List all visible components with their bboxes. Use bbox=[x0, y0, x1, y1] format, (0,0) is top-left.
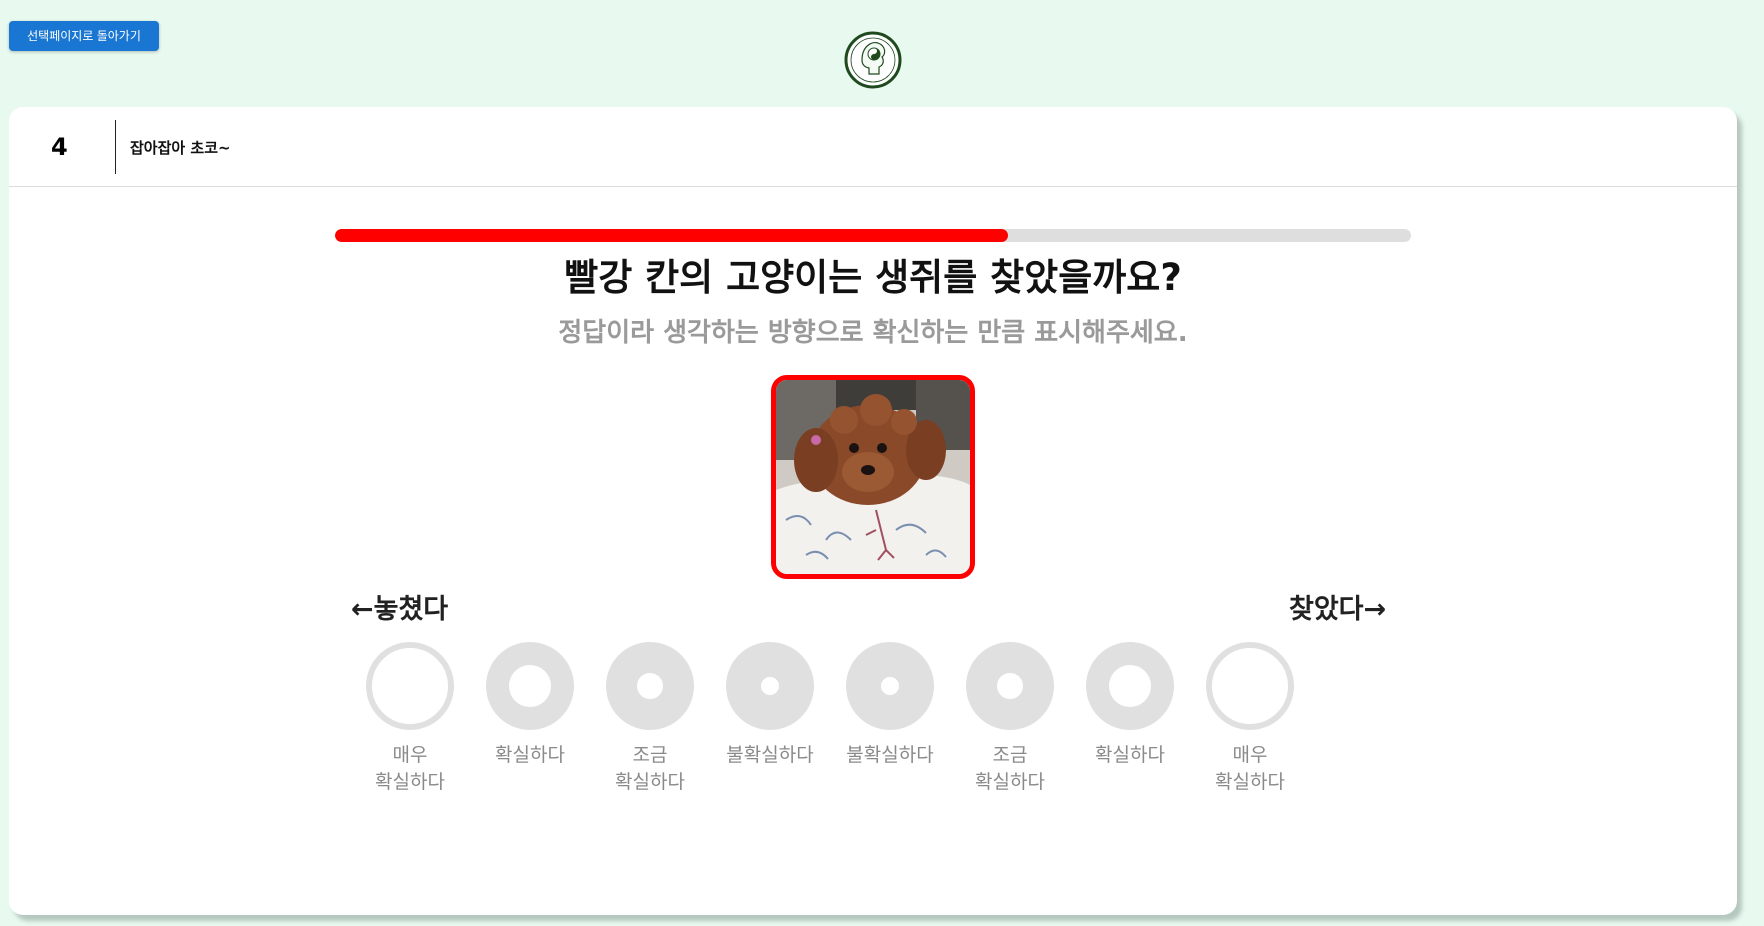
choice-found-sure: 확실하다 bbox=[1065, 642, 1195, 769]
choice-missed-sure-radio[interactable] bbox=[486, 642, 574, 730]
choice-missed-unsure-radio[interactable] bbox=[726, 642, 814, 730]
logo-icon bbox=[844, 31, 902, 89]
choice-found-unsure: 불확실하다 bbox=[825, 642, 955, 769]
choice-missed-somewhat-sure: 조금 확실하다 bbox=[585, 642, 715, 796]
missed-label: ←놓쳤다 bbox=[351, 594, 449, 625]
choice-found-somewhat-sure: 조금 확실하다 bbox=[945, 642, 1075, 796]
confidence-scale: 매우 확실하다 확실하다 조금 확실하다 불확실하다 불확실하다 조금 확실하다… bbox=[345, 642, 1417, 812]
choice-missed-somewhat-sure-radio[interactable] bbox=[606, 642, 694, 730]
choice-label: 조금 확실하다 bbox=[615, 744, 685, 793]
choice-found-very-sure-radio[interactable] bbox=[1206, 642, 1294, 730]
poodle-photo-icon bbox=[776, 380, 970, 574]
choice-label: 확실하다 bbox=[495, 744, 565, 766]
quiz-card: 4 잡아잡아 초코~ 빨강 칸의 고양이는 생쥐를 찾았을까요? 정답이라 생각… bbox=[9, 107, 1737, 915]
choice-found-very-sure: 매우 확실하다 bbox=[1185, 642, 1315, 796]
choice-label: 매우 확실하다 bbox=[375, 744, 445, 793]
question-image bbox=[771, 375, 975, 579]
found-label: 찾았다→ bbox=[1289, 594, 1387, 625]
choice-missed-very-sure: 매우 확실하다 bbox=[345, 642, 475, 796]
choice-missed-very-sure-radio[interactable] bbox=[366, 642, 454, 730]
choice-found-unsure-radio[interactable] bbox=[846, 642, 934, 730]
question-title: 빨강 칸의 고양이는 생쥐를 찾았을까요? bbox=[564, 256, 1182, 299]
card-header: 4 잡아잡아 초코~ bbox=[9, 107, 1737, 187]
progress-bar bbox=[335, 229, 1411, 242]
question-number: 4 bbox=[51, 133, 68, 161]
header-divider bbox=[115, 120, 116, 174]
choice-label: 매우 확실하다 bbox=[1215, 744, 1285, 793]
choice-label: 확실하다 bbox=[1095, 744, 1165, 766]
choice-label: 불확실하다 bbox=[846, 744, 934, 766]
choice-found-somewhat-sure-radio[interactable] bbox=[966, 642, 1054, 730]
back-to-selection-button[interactable]: 선택페이지로 돌아가기 bbox=[9, 21, 159, 51]
choice-missed-unsure: 불확실하다 bbox=[705, 642, 835, 769]
choice-label: 불확실하다 bbox=[726, 744, 814, 766]
choice-missed-sure: 확실하다 bbox=[465, 642, 595, 769]
question-instruction: 정답이라 생각하는 방향으로 확신하는 만큼 표시해주세요. bbox=[558, 318, 1188, 348]
choice-found-sure-radio[interactable] bbox=[1086, 642, 1174, 730]
quiz-title: 잡아잡아 초코~ bbox=[130, 139, 231, 157]
choice-label: 조금 확실하다 bbox=[975, 744, 1045, 793]
progress-fill bbox=[335, 229, 1008, 242]
